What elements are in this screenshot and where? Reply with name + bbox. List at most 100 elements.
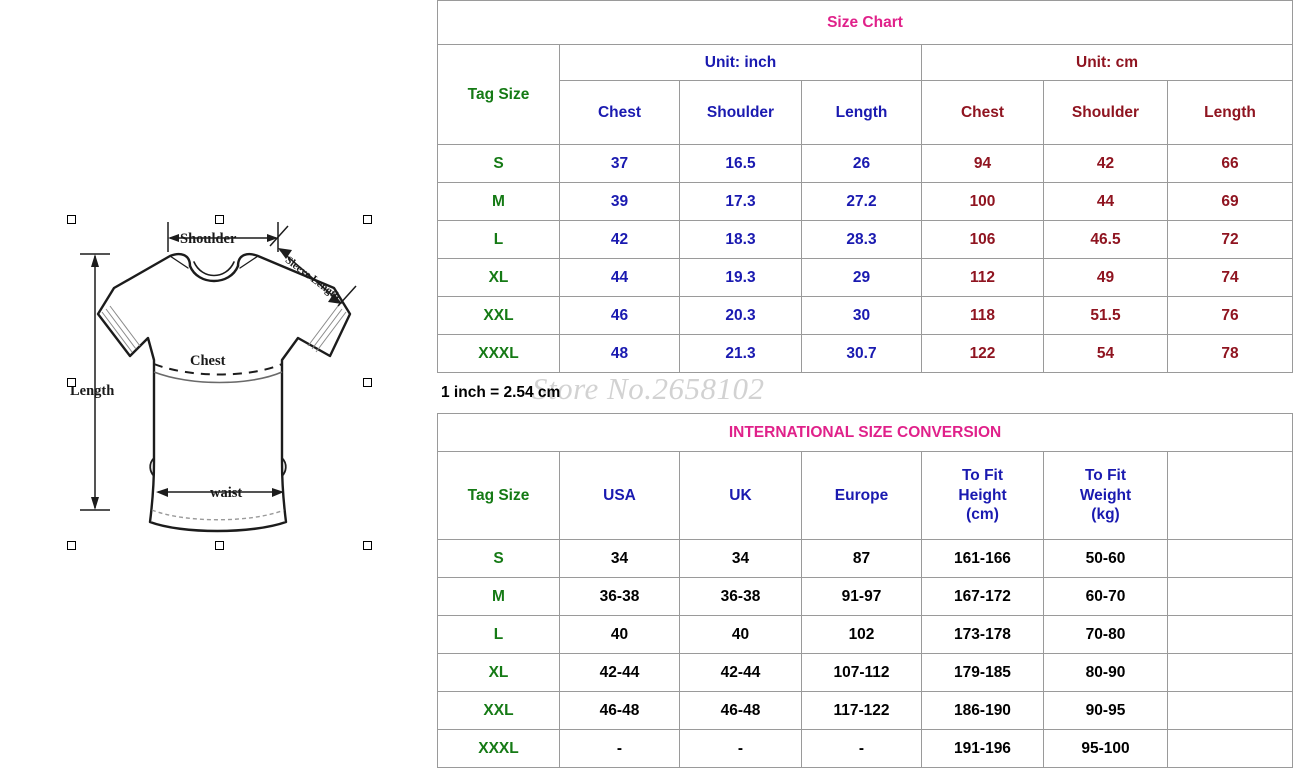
header-cm-length: Length — [1167, 80, 1293, 145]
t-shirt-diagram[interactable]: Shoulder Sleeve Length Chest Length wais… — [62, 210, 378, 556]
table-row: M 39 17.3 27.2 100 44 69 — [437, 182, 1293, 221]
cell-tag-size: XXXL — [437, 334, 560, 373]
cell-uk: - — [679, 729, 802, 768]
size-chart-title: Size Chart — [437, 0, 1293, 45]
cell-tag-size: XL — [437, 258, 560, 297]
table-row: XL 42-44 42-44 107-112 179-185 80-90 — [437, 653, 1294, 692]
cell-tag-size: S — [437, 539, 560, 578]
international-conversion-table: INTERNATIONAL SIZE CONVERSION Tag Size U… — [436, 413, 1294, 768]
cell-cm-shoulder: 46.5 — [1043, 220, 1168, 259]
cell-tag-size: M — [437, 182, 560, 221]
cell-extra — [1166, 729, 1294, 768]
table-row: L 40 40 102 173-178 70-80 — [437, 615, 1294, 654]
cell-height: 161-166 — [921, 539, 1044, 578]
cell-cm-chest: 112 — [921, 258, 1044, 297]
cell-inch-shoulder: 18.3 — [679, 220, 802, 259]
table-row: S 37 16.5 26 94 42 66 — [437, 144, 1293, 183]
header-height-line1: To Fit — [961, 467, 1004, 485]
cell-cm-shoulder: 51.5 — [1043, 296, 1168, 335]
cell-cm-chest: 106 — [921, 220, 1044, 259]
header-tag-size: Tag Size — [437, 44, 560, 145]
cell-cm-length: 69 — [1167, 182, 1293, 221]
cell-inch-chest: 48 — [559, 334, 680, 373]
cell-uk: 36-38 — [679, 577, 802, 616]
table-row: L 42 18.3 28.3 106 46.5 72 — [437, 220, 1293, 259]
garment-diagram-panel: Shoulder Sleeve Length Chest Length wais… — [0, 0, 433, 773]
header-inch-shoulder: Shoulder — [679, 80, 802, 145]
cell-height: 186-190 — [921, 691, 1044, 730]
cell-usa: 34 — [559, 539, 680, 578]
cell-height: 191-196 — [921, 729, 1044, 768]
label-chest: Chest — [190, 353, 226, 369]
resize-handle-bottom-right[interactable] — [363, 541, 372, 550]
cell-usa: - — [559, 729, 680, 768]
size-tables-panel: Size Chart Tag Size Unit: inch Unit: cm … — [433, 0, 1295, 773]
header-usa: USA — [559, 451, 680, 540]
cell-cm-shoulder: 49 — [1043, 258, 1168, 297]
cell-extra — [1166, 653, 1294, 692]
cell-tag-size: XXXL — [437, 729, 560, 768]
measurement-header-row: Chest Shoulder Length Chest Shoulder Len… — [438, 80, 1293, 145]
cell-cm-shoulder: 42 — [1043, 144, 1168, 183]
size-chart-title-row: Size Chart — [437, 0, 1293, 45]
cell-weight: 90-95 — [1043, 691, 1168, 730]
header-cm-chest: Chest — [921, 80, 1044, 145]
cell-weight: 95-100 — [1043, 729, 1168, 768]
resize-handle-bottom-center[interactable] — [215, 541, 224, 550]
cell-weight: 70-80 — [1043, 615, 1168, 654]
header-unit-inch: Unit: inch — [559, 44, 922, 81]
header-weight-line2: Weight — [1079, 486, 1132, 504]
header-weight-line1: To Fit — [1084, 467, 1127, 485]
cell-extra — [1166, 577, 1294, 616]
cell-tag-size: M — [437, 577, 560, 616]
cell-uk: 34 — [679, 539, 802, 578]
cell-europe: 107-112 — [801, 653, 922, 692]
unit-group-header-row: Tag Size Unit: inch Unit: cm — [437, 44, 1293, 145]
cell-europe: - — [801, 729, 922, 768]
resize-handle-middle-right[interactable] — [363, 378, 372, 387]
resize-handle-top-center[interactable] — [215, 215, 224, 224]
cell-inch-chest: 46 — [559, 296, 680, 335]
table-row: XXXL 48 21.3 30.7 122 54 78 — [437, 334, 1293, 373]
table-row: M 36-38 36-38 91-97 167-172 60-70 — [437, 577, 1294, 616]
header-weight-line3: (kg) — [1091, 506, 1120, 524]
header-empty-column — [1166, 451, 1294, 540]
cell-europe: 117-122 — [801, 691, 922, 730]
header-to-fit-weight: To Fit Weight (kg) — [1043, 451, 1168, 540]
resize-handle-bottom-left[interactable] — [67, 541, 76, 550]
cell-inch-length: 30.7 — [801, 334, 922, 373]
resize-handle-middle-left[interactable] — [67, 378, 76, 387]
cell-usa: 46-48 — [559, 691, 680, 730]
table-row: XXL 46-48 46-48 117-122 186-190 90-95 — [437, 691, 1294, 730]
cell-usa: 42-44 — [559, 653, 680, 692]
header-cm-shoulder: Shoulder — [1043, 80, 1168, 145]
table-row: XXXL - - - 191-196 95-100 — [437, 729, 1294, 768]
cell-cm-length: 78 — [1167, 334, 1293, 373]
cell-tag-size: L — [437, 615, 560, 654]
cell-inch-length: 28.3 — [801, 220, 922, 259]
cell-inch-length: 29 — [801, 258, 922, 297]
header-to-fit-height: To Fit Height (cm) — [921, 451, 1044, 540]
cell-weight: 50-60 — [1043, 539, 1168, 578]
header-europe: Europe — [801, 451, 922, 540]
table-row: XL 44 19.3 29 112 49 74 — [437, 258, 1293, 297]
cell-tag-size: L — [437, 220, 560, 259]
cell-height: 173-178 — [921, 615, 1044, 654]
table-row: XXL 46 20.3 30 118 51.5 76 — [437, 296, 1293, 335]
cell-cm-chest: 122 — [921, 334, 1044, 373]
cell-height: 167-172 — [921, 577, 1044, 616]
cell-inch-chest: 39 — [559, 182, 680, 221]
cell-uk: 42-44 — [679, 653, 802, 692]
cell-inch-length: 30 — [801, 296, 922, 335]
header-inch-chest: Chest — [559, 80, 680, 145]
cell-cm-length: 74 — [1167, 258, 1293, 297]
header-height-line3: (cm) — [966, 506, 999, 524]
cell-height: 179-185 — [921, 653, 1044, 692]
cell-tag-size: XL — [437, 653, 560, 692]
cell-cm-chest: 100 — [921, 182, 1044, 221]
cell-cm-chest: 118 — [921, 296, 1044, 335]
resize-handle-top-left[interactable] — [67, 215, 76, 224]
resize-handle-top-right[interactable] — [363, 215, 372, 224]
cell-weight: 80-90 — [1043, 653, 1168, 692]
cell-extra — [1166, 691, 1294, 730]
